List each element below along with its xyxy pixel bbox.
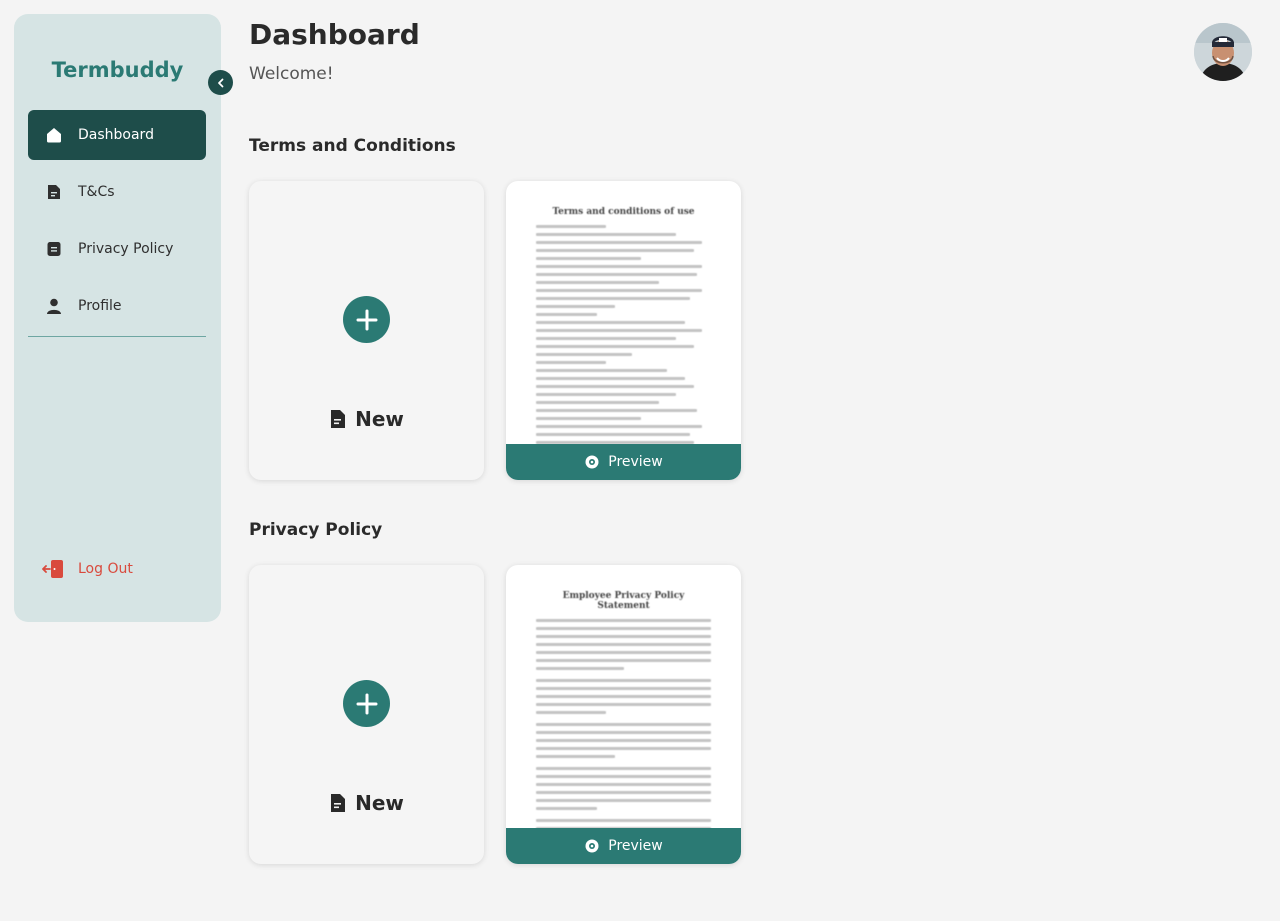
terms-document-title: Terms and conditions of use — [552, 207, 695, 217]
home-icon — [44, 125, 64, 145]
privacy-document-card[interactable]: Employee Privacy Policy Statement Previe… — [506, 565, 741, 864]
sidebar-nav: Dashboard T&Cs Privacy Policy Profile — [28, 110, 206, 338]
sidebar-item-dashboard[interactable]: Dashboard — [28, 110, 206, 160]
collapse-sidebar-button[interactable] — [208, 70, 233, 95]
avatar[interactable] — [1194, 23, 1252, 81]
sidebar-item-profile[interactable]: Profile — [28, 281, 206, 331]
logout-button[interactable]: Log Out — [42, 558, 133, 580]
section-title-privacy: Privacy Policy — [249, 520, 383, 540]
terms-document-thumbnail: Terms and conditions of use — [506, 181, 741, 444]
privacy-document-title: Employee Privacy Policy Statement — [562, 591, 685, 611]
new-terms-card[interactable]: New — [249, 181, 484, 480]
preview-label: Preview — [608, 454, 663, 470]
preview-label: Preview — [608, 838, 663, 854]
sidebar-item-privacy-policy[interactable]: Privacy Policy — [28, 224, 206, 274]
welcome-text: Welcome! — [249, 64, 334, 84]
sidebar-item-label: Privacy Policy — [78, 241, 174, 257]
sidebar-item-label: Dashboard — [78, 127, 154, 143]
terms-preview-button[interactable]: Preview — [506, 444, 741, 480]
sidebar: Termbuddy Dashboard T&Cs Privacy Policy — [14, 14, 233, 622]
eye-icon — [584, 839, 600, 853]
document-icon — [329, 409, 347, 429]
logout-label: Log Out — [78, 561, 133, 577]
chevron-left-icon — [217, 78, 223, 87]
logout-icon — [42, 558, 64, 580]
document-icon — [44, 182, 64, 202]
privacy-document-thumbnail: Employee Privacy Policy Statement — [506, 565, 741, 828]
new-label-text: New — [355, 407, 404, 431]
sidebar-item-label: T&Cs — [78, 184, 115, 200]
new-terms-label: New — [249, 407, 484, 431]
new-privacy-label: New — [249, 791, 484, 815]
terms-document-card[interactable]: Terms and conditions of use Preview — [506, 181, 741, 480]
plus-icon — [343, 296, 390, 343]
eye-icon — [584, 455, 600, 469]
brand-logo[interactable]: Termbuddy — [14, 58, 221, 82]
section-title-terms: Terms and Conditions — [249, 136, 456, 156]
privacy-preview-button[interactable]: Preview — [506, 828, 741, 864]
sidebar-item-tcs[interactable]: T&Cs — [28, 167, 206, 217]
new-label-text: New — [355, 791, 404, 815]
page-title: Dashboard — [249, 18, 420, 51]
list-document-icon — [44, 239, 64, 259]
new-privacy-card[interactable]: New — [249, 565, 484, 864]
document-icon — [329, 793, 347, 813]
sidebar-divider — [28, 336, 206, 337]
user-icon — [44, 296, 64, 316]
avatar-photo — [1194, 23, 1252, 81]
plus-icon — [343, 680, 390, 727]
sidebar-item-label: Profile — [78, 298, 122, 314]
